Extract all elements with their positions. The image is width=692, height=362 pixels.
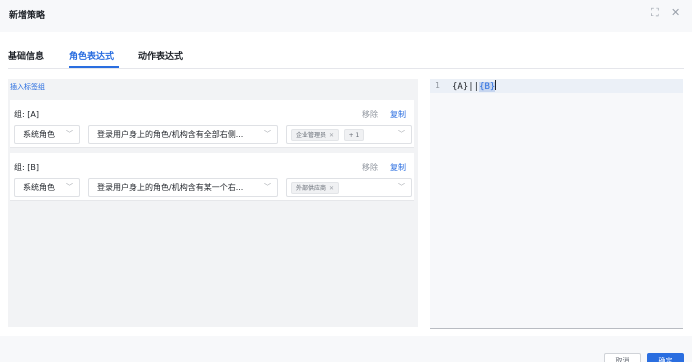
chevron-down-icon: ﹀ xyxy=(264,183,271,191)
tag-groups-panel: 插入标签组 组: [A] 移除 复制 系统角色 ﹀ 登录用户身上的角色/机构含有… xyxy=(8,79,418,327)
match-rule-value: 登录用户身上的角色/机构含有某一个右... xyxy=(97,183,244,192)
role-tag-label: 外部供应商 xyxy=(296,185,327,192)
role-type-value: 系统角色 xyxy=(23,130,55,139)
tag-group-b: 组: [B] 移除 复制 系统角色 ﹀ 登录用户身上的角色/机构含有某一个右..… xyxy=(10,153,414,201)
match-rule-select[interactable]: 登录用户身上的角色/机构含有全部右侧... ﹀ xyxy=(88,125,278,144)
code-prefix: {A}|| xyxy=(452,82,480,92)
active-tab-indicator xyxy=(69,66,119,68)
role-tags-select[interactable]: 外部供应商 ✕ ﹀ xyxy=(286,178,412,197)
group-label: 组: [B] xyxy=(14,163,39,172)
copy-group-button[interactable]: 复制 xyxy=(390,109,406,120)
text-cursor xyxy=(495,80,497,90)
role-tag: 企业管理员 ✕ xyxy=(291,129,340,141)
line-number: 1 xyxy=(435,81,440,90)
more-tags-badge: + 1 xyxy=(343,129,365,141)
role-tag: 外部供应商 ✕ xyxy=(291,182,340,194)
chevron-down-icon: ﹀ xyxy=(66,130,73,138)
dialog-footer: 取消 确定 xyxy=(0,336,692,362)
role-tag-label: 企业管理员 xyxy=(296,132,327,139)
expand-icon[interactable]: ⛶ xyxy=(651,7,659,19)
role-type-value: 系统角色 xyxy=(23,183,55,192)
expression-editor[interactable]: 1 {A}||{B} xyxy=(430,79,683,329)
match-rule-select[interactable]: 登录用户身上的角色/机构含有某一个右... ﹀ xyxy=(88,178,278,197)
tag-remove-icon[interactable]: ✕ xyxy=(329,185,334,192)
chevron-down-icon: ﹀ xyxy=(66,183,73,191)
cancel-button[interactable]: 取消 xyxy=(604,353,641,362)
copy-group-button[interactable]: 复制 xyxy=(390,162,406,173)
role-tags-select[interactable]: 企业管理员 ✕ + 1 ﹀ xyxy=(286,125,412,144)
close-icon[interactable]: ✕ xyxy=(671,7,680,19)
group-label: 组: [A] xyxy=(14,110,39,119)
tag-remove-icon[interactable]: ✕ xyxy=(329,132,334,139)
dialog-header: 新增策略 ⛶ ✕ xyxy=(0,0,692,32)
insert-tag-group-link[interactable]: 插入标签组 xyxy=(10,82,45,92)
expression-code: {A}||{B} xyxy=(452,80,497,92)
role-type-select[interactable]: 系统角色 ﹀ xyxy=(14,125,80,144)
chevron-down-icon: ﹀ xyxy=(398,183,405,191)
chevron-down-icon: ﹀ xyxy=(398,130,405,138)
chevron-down-icon: ﹀ xyxy=(264,130,271,138)
remove-group-button[interactable]: 移除 xyxy=(362,109,378,120)
tag-group-a: 组: [A] 移除 复制 系统角色 ﹀ 登录用户身上的角色/机构含有全部右侧..… xyxy=(10,100,414,148)
match-rule-value: 登录用户身上的角色/机构含有全部右侧... xyxy=(97,130,244,139)
code-highlight: {B} xyxy=(479,82,496,92)
confirm-button[interactable]: 确定 xyxy=(647,353,684,362)
remove-group-button[interactable]: 移除 xyxy=(362,162,378,173)
editor-line: 1 {A}||{B} xyxy=(430,79,683,93)
tab-role-expression[interactable]: 角色表达式 xyxy=(69,49,114,62)
dialog-title: 新增策略 xyxy=(9,11,46,21)
tab-action-expression[interactable]: 动作表达式 xyxy=(138,49,183,62)
tab-bar: 基础信息 角色表达式 动作表达式 xyxy=(8,47,684,69)
tab-basic-info[interactable]: 基础信息 xyxy=(8,49,44,62)
role-type-select[interactable]: 系统角色 ﹀ xyxy=(14,178,80,197)
